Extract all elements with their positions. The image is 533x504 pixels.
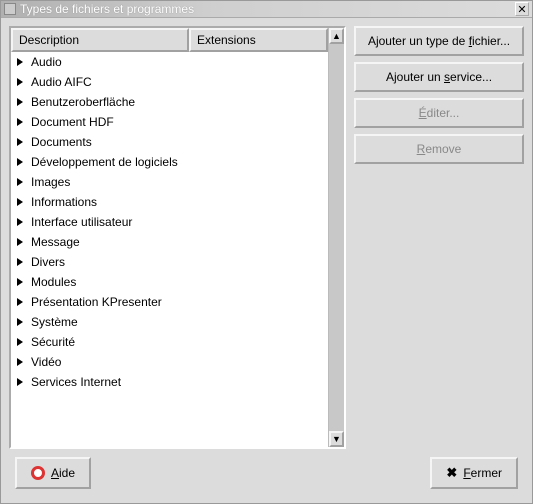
add-filetype-button[interactable]: Ajouter un type de fichier... bbox=[354, 26, 524, 56]
list-item[interactable]: Interface utilisateur bbox=[11, 212, 328, 232]
filetype-list-inner[interactable]: Description Extensions Audio Audio AIFC Be… bbox=[11, 28, 328, 447]
list-item-label: Images bbox=[31, 175, 70, 189]
list-header: Description Extensions bbox=[11, 28, 328, 52]
list-rows: Audio Audio AIFC Benutzeroberfläche Documen… bbox=[11, 52, 328, 392]
remove-button: Remove bbox=[354, 134, 524, 164]
expand-icon[interactable] bbox=[17, 178, 23, 186]
list-item[interactable]: Informations bbox=[11, 192, 328, 212]
list-item[interactable]: Système bbox=[11, 312, 328, 332]
list-item[interactable]: Audio bbox=[11, 52, 328, 72]
expand-icon[interactable] bbox=[17, 158, 23, 166]
list-item[interactable]: Audio AIFC bbox=[11, 72, 328, 92]
list-item-label: Documents bbox=[31, 135, 92, 149]
expand-icon[interactable] bbox=[17, 338, 23, 346]
list-item[interactable]: Document HDF bbox=[11, 112, 328, 132]
list-item-label: Audio AIFC bbox=[31, 75, 92, 89]
list-item[interactable]: Benutzeroberfläche bbox=[11, 92, 328, 112]
list-item-label: Informations bbox=[31, 195, 97, 209]
add-service-button[interactable]: Ajouter un service... bbox=[354, 62, 524, 92]
expand-icon[interactable] bbox=[17, 58, 23, 66]
expand-icon[interactable] bbox=[17, 258, 23, 266]
help-icon bbox=[31, 466, 45, 480]
list-item-label: Interface utilisateur bbox=[31, 215, 132, 229]
expand-icon[interactable] bbox=[17, 278, 23, 286]
window-close-button[interactable]: ✕ bbox=[515, 2, 529, 16]
expand-icon[interactable] bbox=[17, 198, 23, 206]
list-item[interactable]: Présentation KPresenter bbox=[11, 292, 328, 312]
list-item[interactable]: Images bbox=[11, 172, 328, 192]
expand-icon[interactable] bbox=[17, 138, 23, 146]
column-header-description[interactable]: Description bbox=[11, 28, 189, 52]
expand-icon[interactable] bbox=[17, 218, 23, 226]
upper-panel: Description Extensions Audio Audio AIFC Be… bbox=[9, 26, 524, 449]
window: Types de fichiers et programmes ✕ Descri… bbox=[0, 0, 533, 504]
list-item[interactable]: Services Internet bbox=[11, 372, 328, 392]
list-item[interactable]: Message bbox=[11, 232, 328, 252]
vertical-scrollbar[interactable]: ▲ ▼ bbox=[328, 28, 344, 447]
list-item-label: Modules bbox=[31, 275, 76, 289]
expand-icon[interactable] bbox=[17, 378, 23, 386]
expand-icon[interactable] bbox=[17, 298, 23, 306]
list-item-label: Développement de logiciels bbox=[31, 155, 178, 169]
window-title: Types de fichiers et programmes bbox=[20, 2, 515, 16]
list-item-label: Services Internet bbox=[31, 375, 121, 389]
list-item[interactable]: Documents bbox=[11, 132, 328, 152]
list-item-label: Message bbox=[31, 235, 80, 249]
titlebar[interactable]: Types de fichiers et programmes ✕ bbox=[1, 1, 532, 18]
expand-icon[interactable] bbox=[17, 118, 23, 126]
edit-button: Éditer... bbox=[354, 98, 524, 128]
expand-icon[interactable] bbox=[17, 78, 23, 86]
close-icon: ✖ bbox=[446, 465, 457, 481]
list-item-label: Audio bbox=[31, 55, 62, 69]
list-item-label: Document HDF bbox=[31, 115, 114, 129]
list-item-label: Sécurité bbox=[31, 335, 75, 349]
column-header-extensions[interactable]: Extensions bbox=[189, 28, 328, 52]
filetype-list: Description Extensions Audio Audio AIFC Be… bbox=[9, 26, 346, 449]
list-item-label: Vidéo bbox=[31, 355, 61, 369]
expand-icon[interactable] bbox=[17, 238, 23, 246]
action-buttons: Ajouter un type de fichier... Ajouter un… bbox=[354, 26, 524, 449]
expand-icon[interactable] bbox=[17, 98, 23, 106]
content-area: Description Extensions Audio Audio AIFC Be… bbox=[1, 18, 532, 503]
expand-icon[interactable] bbox=[17, 318, 23, 326]
expand-icon[interactable] bbox=[17, 358, 23, 366]
scroll-up-button[interactable]: ▲ bbox=[329, 28, 344, 44]
footer: Aide ✖ Fermer bbox=[9, 449, 524, 495]
app-icon bbox=[4, 3, 16, 15]
scroll-track[interactable] bbox=[329, 44, 344, 431]
list-item-label: Divers bbox=[31, 255, 65, 269]
help-button[interactable]: Aide bbox=[15, 457, 91, 489]
list-item[interactable]: Modules bbox=[11, 272, 328, 292]
list-item[interactable]: Sécurité bbox=[11, 332, 328, 352]
close-button[interactable]: ✖ Fermer bbox=[430, 457, 518, 489]
list-item-label: Système bbox=[31, 315, 78, 329]
list-item-label: Présentation KPresenter bbox=[31, 295, 162, 309]
scroll-down-button[interactable]: ▼ bbox=[329, 431, 344, 447]
list-item[interactable]: Développement de logiciels bbox=[11, 152, 328, 172]
list-item[interactable]: Vidéo bbox=[11, 352, 328, 372]
list-item[interactable]: Divers bbox=[11, 252, 328, 272]
list-item-label: Benutzeroberfläche bbox=[31, 95, 135, 109]
